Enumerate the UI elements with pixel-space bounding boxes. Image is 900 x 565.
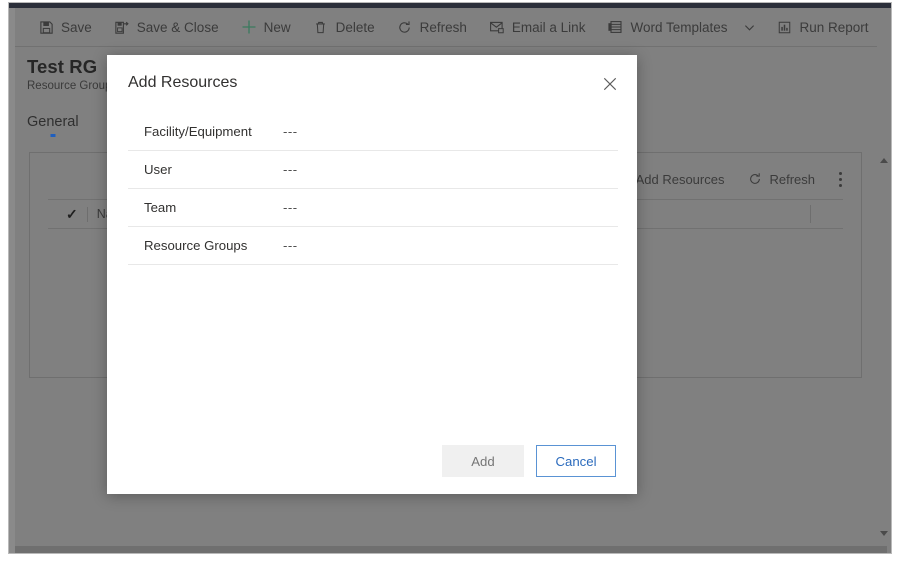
run-report-icon [777,19,793,35]
form-label: Team [144,200,177,215]
trash-icon [313,19,329,35]
command-label: Run Report [799,19,869,35]
column-end-divider [810,205,812,223]
app-left-edge [9,8,15,553]
save-icon [38,19,54,35]
save-and-close-icon [114,19,130,35]
subgrid-overflow-menu-icon[interactable] [827,165,853,193]
dialog-form: Facility/Equipment --- User --- Team ---… [128,113,618,265]
add-button[interactable]: Add [442,445,524,477]
app-bottom-bar [15,546,887,553]
form-row-facility-equipment[interactable]: Facility/Equipment --- [128,113,618,151]
form-row-user[interactable]: User --- [128,151,618,189]
email-link-icon [489,19,505,35]
command-word-templates[interactable]: Word Templates [596,10,765,44]
subgrid-button-label: Refresh [769,171,815,187]
subgrid-button-label: Add Resources [635,171,725,187]
tab-strip: General [27,114,79,144]
command-label: Save [61,19,92,35]
scroll-down-arrow-icon[interactable] [880,531,888,536]
screen: Save Save & Close New Delete Refresh Ema… [0,0,900,565]
subgrid-refresh-button[interactable]: Refresh [736,165,827,193]
tab-label: General [27,114,79,130]
form-value[interactable]: --- [283,238,298,253]
command-label: Email a Link [511,19,586,35]
word-template-icon [607,19,623,35]
form-value[interactable]: --- [283,124,298,139]
page-title: Test RG [27,56,98,77]
command-save[interactable]: Save [27,10,103,44]
window-frame: Save Save & Close New Delete Refresh Ema… [8,2,892,554]
command-email-a-link[interactable]: Email a Link [478,10,597,44]
command-new[interactable]: New [230,10,302,44]
command-label: New [263,19,291,35]
app-vertical-scrollbar[interactable] [877,8,891,553]
plus-icon [241,19,257,35]
command-label: Delete [335,19,375,35]
command-label: Save & Close [136,19,219,35]
command-save-and-close[interactable]: Save & Close [103,10,230,44]
form-value[interactable]: --- [283,200,298,215]
form-label: Facility/Equipment [144,124,252,139]
column-divider [86,206,88,222]
command-refresh[interactable]: Refresh [386,10,478,44]
form-label: Resource Groups [144,238,248,253]
close-icon[interactable] [597,71,623,97]
tab-general[interactable]: General [27,114,79,137]
command-run-report[interactable]: Run Report [766,10,891,44]
subgrid-toolbar: Add Resources Refresh [604,165,853,193]
refresh-icon [748,172,762,186]
cancel-button[interactable]: Cancel [536,445,616,477]
dialog-title: Add Resources [128,74,238,91]
command-bar: Save Save & Close New Delete Refresh Ema… [15,8,891,47]
form-row-team[interactable]: Team --- [128,189,618,227]
dialog-actions: Add Cancel [442,445,616,477]
record-header: Test RG Resource Group [27,56,111,92]
command-label: Refresh [419,19,467,35]
page-subtitle: Resource Group [27,80,112,92]
command-delete[interactable]: Delete [302,10,386,44]
refresh-icon [397,19,413,35]
dialog-header: Add Resources [107,55,637,109]
select-all-checkbox-icon[interactable]: ✓ [66,206,78,223]
chevron-down-icon[interactable] [744,22,755,33]
command-label: Word Templates [630,19,728,35]
form-label: User [144,162,172,177]
form-row-resource-groups[interactable]: Resource Groups --- [128,227,618,265]
form-value[interactable]: --- [283,162,298,177]
add-resources-dialog: Add Resources Facility/Equipment --- Use… [107,55,637,494]
scroll-up-arrow-icon[interactable] [880,158,888,163]
